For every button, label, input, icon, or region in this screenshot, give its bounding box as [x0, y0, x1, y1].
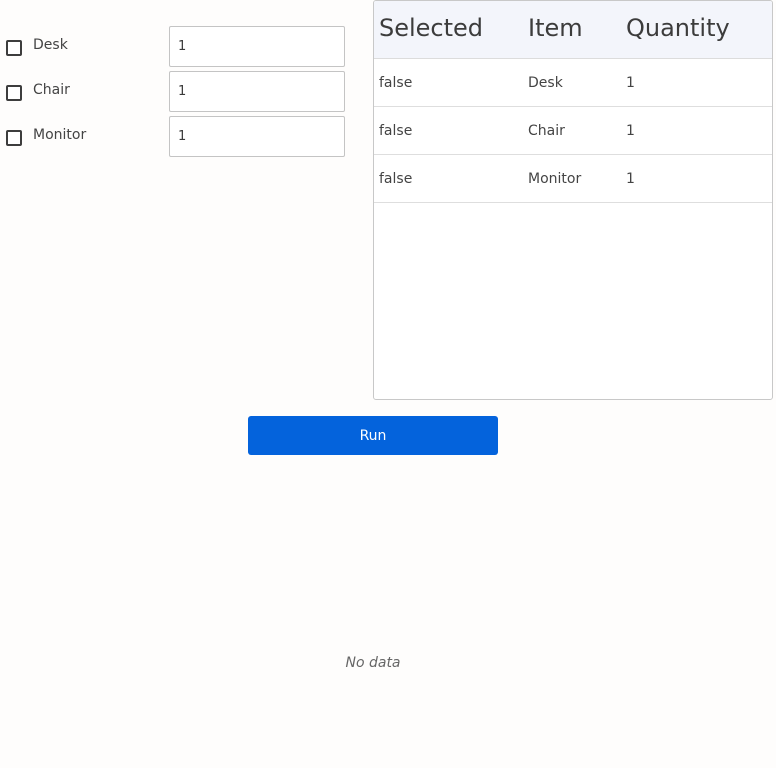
cell-selected: false	[379, 75, 413, 91]
cell-item: Desk	[528, 75, 563, 91]
cell-quantity: 1	[626, 171, 635, 187]
table-row[interactable]: false Desk 1	[374, 59, 772, 107]
cell-selected: false	[379, 123, 413, 139]
monitor-quantity-input[interactable]	[169, 116, 345, 157]
cell-item: Chair	[528, 123, 565, 139]
table-row[interactable]: false Chair 1	[374, 107, 772, 155]
page: Desk Chair Monitor Selected Item Quantit…	[0, 0, 776, 768]
selection-table: Selected Item Quantity false Desk 1 fals…	[373, 0, 773, 400]
cell-quantity: 1	[626, 123, 635, 139]
table-row[interactable]: false Monitor 1	[374, 155, 772, 203]
monitor-checkbox[interactable]	[6, 130, 22, 146]
column-header-quantity[interactable]: Quantity	[626, 14, 730, 42]
desk-quantity-input[interactable]	[169, 26, 345, 67]
cell-selected: false	[379, 171, 413, 187]
cell-quantity: 1	[626, 75, 635, 91]
desk-label: Desk	[33, 37, 68, 53]
chair-label: Chair	[33, 82, 70, 98]
desk-checkbox[interactable]	[6, 40, 22, 56]
monitor-label: Monitor	[33, 127, 87, 143]
table-header: Selected Item Quantity	[374, 1, 772, 59]
form-row-desk: Desk	[0, 26, 350, 68]
chair-quantity-input[interactable]	[169, 71, 345, 112]
column-header-selected[interactable]: Selected	[379, 14, 483, 42]
chair-checkbox[interactable]	[6, 85, 22, 101]
empty-state-text: No data	[345, 655, 401, 671]
form-row-chair: Chair	[0, 71, 350, 113]
run-button[interactable]: Run	[248, 416, 498, 455]
cell-item: Monitor	[528, 171, 582, 187]
form-row-monitor: Monitor	[0, 116, 350, 158]
column-header-item[interactable]: Item	[528, 14, 583, 42]
